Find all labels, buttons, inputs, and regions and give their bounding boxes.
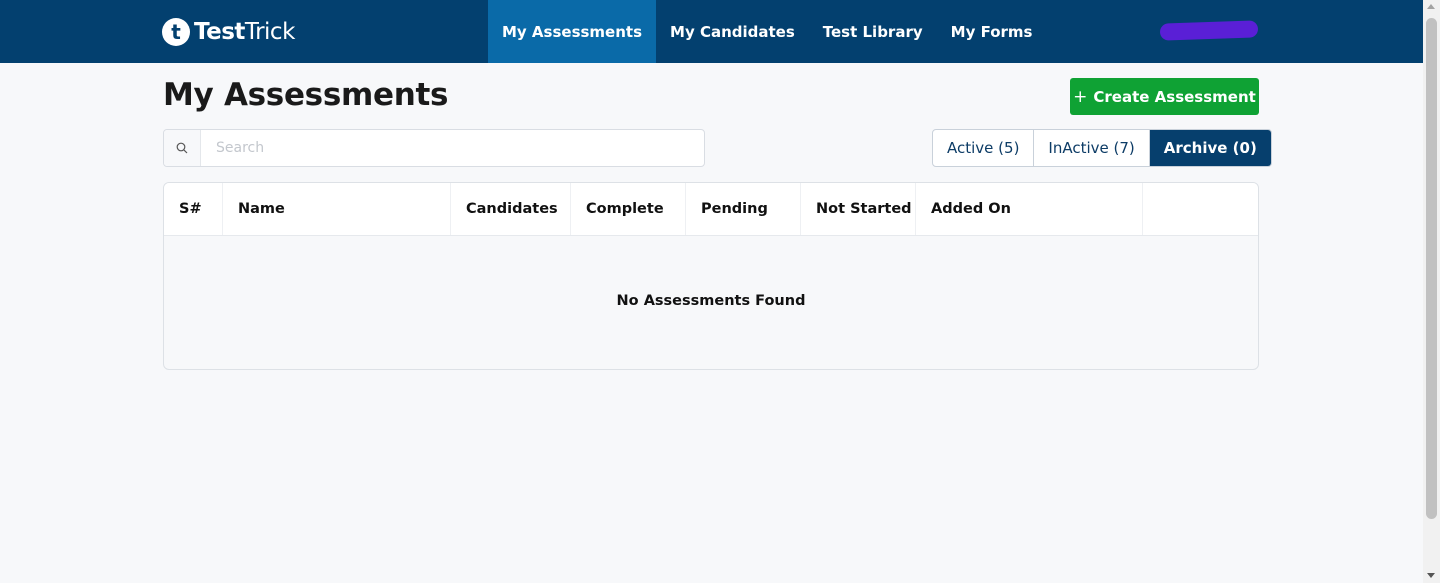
page-scrollbar[interactable] [1423, 0, 1440, 583]
column-header-serial[interactable]: S# [164, 183, 223, 235]
status-filter-group: Active (5) InActive (7) Archive (0) [932, 129, 1272, 167]
nav-item-test-library[interactable]: Test Library [809, 0, 937, 63]
column-header-actions [1143, 183, 1258, 235]
brand-name: TestTrick [194, 19, 295, 45]
column-header-added-on[interactable]: Added On [916, 183, 1143, 235]
nav-item-my-candidates[interactable]: My Candidates [656, 0, 809, 63]
plus-icon: + [1073, 86, 1088, 107]
user-menu-redacted[interactable] [1159, 20, 1259, 41]
column-header-name[interactable]: Name [223, 183, 451, 235]
scroll-down-arrow-icon[interactable] [1427, 573, 1435, 578]
brand-logo[interactable]: t TestTrick [162, 17, 295, 47]
assessments-table: S# Name Candidates Complete Pending Not … [163, 182, 1259, 370]
column-header-complete[interactable]: Complete [571, 183, 686, 235]
create-assessment-button[interactable]: + Create Assessment [1070, 78, 1259, 115]
page-title: My Assessments [163, 77, 449, 113]
search-input[interactable] [201, 130, 704, 166]
filter-archive[interactable]: Archive (0) [1149, 130, 1271, 166]
create-assessment-label: Create Assessment [1093, 87, 1256, 106]
app-page: t TestTrick My Assessments My Candidates… [0, 0, 1440, 583]
column-header-not-started[interactable]: Not Started [801, 183, 916, 235]
nav-item-my-assessments[interactable]: My Assessments [488, 0, 657, 63]
table-header: S# Name Candidates Complete Pending Not … [164, 183, 1258, 236]
main-nav: My Assessments My Candidates Test Librar… [488, 0, 1046, 63]
top-navbar: t TestTrick My Assessments My Candidates… [0, 0, 1423, 63]
scroll-up-arrow-icon[interactable] [1427, 4, 1435, 9]
nav-item-my-forms[interactable]: My Forms [937, 0, 1047, 63]
filter-active[interactable]: Active (5) [933, 130, 1035, 166]
column-header-candidates[interactable]: Candidates [451, 183, 571, 235]
empty-state-message: No Assessments Found [616, 293, 806, 309]
search-icon[interactable] [164, 130, 201, 166]
scrollbar-thumb[interactable] [1426, 18, 1437, 519]
search-box [163, 129, 705, 167]
column-header-pending[interactable]: Pending [686, 183, 801, 235]
filter-inactive[interactable]: InActive (7) [1034, 130, 1150, 166]
logo-mark-icon: t [162, 18, 190, 46]
